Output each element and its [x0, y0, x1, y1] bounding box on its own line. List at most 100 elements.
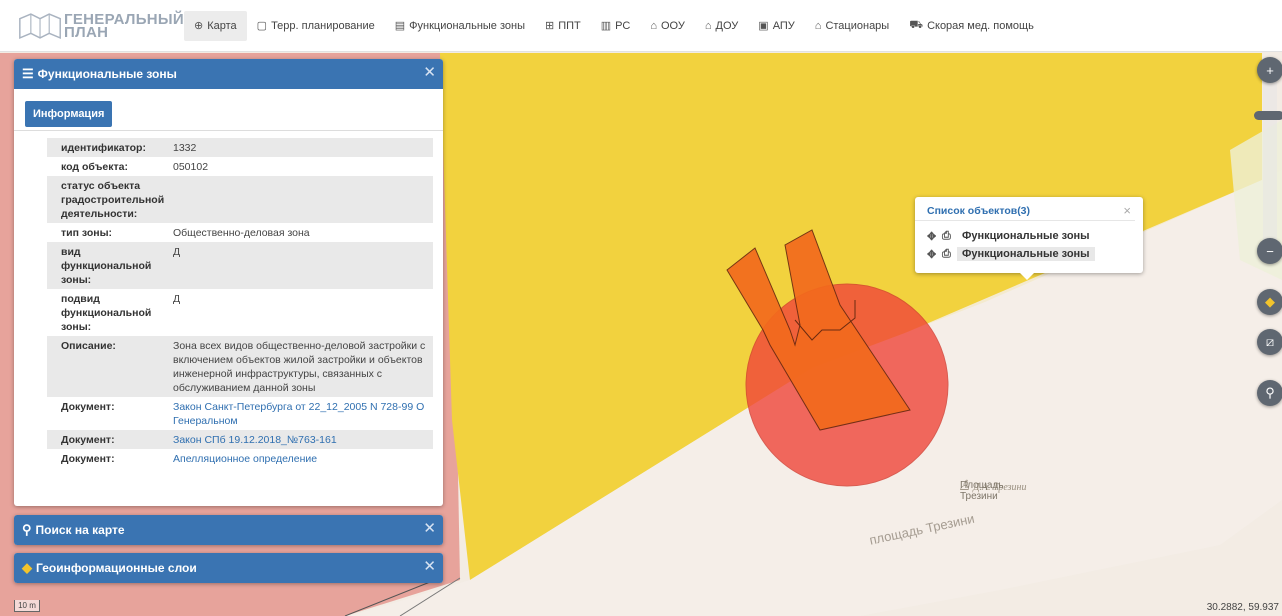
square-label: Площадь Трезини	[960, 480, 1030, 502]
info-tab-button[interactable]: Информация	[25, 101, 113, 127]
attr-key: тип зоны:	[61, 227, 113, 239]
layers-panel-header[interactable]: ◆ Геоинформационные слои ✕	[14, 553, 443, 583]
search-icon: ⚲	[22, 522, 32, 537]
attr-value: Общественно-деловая зона	[173, 227, 310, 239]
nav-dou-label: ДОУ	[715, 19, 739, 32]
popup-title: Список объектов(3)	[915, 197, 1135, 221]
attr-key: подвид функциональной зоны:	[61, 293, 152, 333]
layers-panel-title: Геоинформационные слои	[36, 561, 197, 575]
doc-icon: ▥	[600, 20, 612, 32]
logo[interactable]: ГЕНЕРАЛЬНЫЙ ПЛАН	[0, 0, 184, 52]
objects-popup: Список объектов(3) × ✥ ⎙ Функциональные …	[915, 197, 1143, 280]
nav-dou[interactable]: ⌂ ДОУ	[695, 11, 748, 41]
minus-icon: −	[1266, 243, 1274, 259]
table-row: идентификатор: 1332	[47, 138, 433, 157]
nav-ambulance[interactable]: ⛟ Скорая мед. помощь	[899, 11, 1044, 41]
document-link[interactable]: Закон СПб 19.12.2018_№763-161	[173, 434, 337, 446]
attr-value	[173, 176, 433, 223]
ruler-icon: ⧄	[1265, 334, 1275, 349]
popup-item-label[interactable]: Функциональные зоны	[957, 247, 1095, 261]
nav-oou-label: ООУ	[661, 19, 685, 32]
close-icon[interactable]: ×	[1123, 203, 1131, 218]
attr-value: 050102	[173, 161, 209, 173]
nav-apu[interactable]: ▣ АПУ	[748, 11, 805, 41]
map-scale: 10 m	[14, 600, 40, 612]
attr-key: Документ:	[61, 401, 115, 413]
functional-zones-panel: ☰ Функциональные зоны ✕ Информация идент…	[14, 59, 443, 506]
nav-ambulance-label: Скорая мед. помощь	[927, 19, 1034, 32]
layers-button[interactable]: ◆	[1257, 289, 1282, 315]
attr-key: вид функциональной зоны:	[61, 246, 152, 286]
attr-key: Описание:	[61, 340, 116, 352]
zoom-slider-handle[interactable]	[1254, 111, 1282, 120]
layers-icon: ◆	[22, 560, 32, 575]
logo-text: ГЕНЕРАЛЬНЫЙ ПЛАН	[64, 12, 184, 40]
main-nav: ⊕ Карта ▢ Терр. планирование ▤ Функциональн…	[184, 0, 1044, 52]
nav-rs-label: РС	[615, 19, 631, 32]
search-panel-header[interactable]: ⚲ Поиск на карте ✕	[14, 515, 443, 545]
close-icon[interactable]: ✕	[423, 559, 436, 575]
layers-icon: ◆	[1265, 294, 1275, 309]
logo-icon	[19, 12, 61, 39]
move-icon[interactable]: ✥	[927, 230, 937, 243]
attr-key: Документ:	[61, 453, 115, 465]
search-icon: ⚲	[1265, 385, 1275, 400]
document-link[interactable]: Закон Санкт-Петербурга от 22_12_2005 N 7…	[173, 401, 424, 427]
list-icon: ▤	[394, 20, 406, 32]
zoom-slider-track[interactable]	[1263, 67, 1277, 250]
popup-item-label[interactable]: Функциональные зоны	[957, 229, 1095, 243]
top-bar: ГЕНЕРАЛЬНЫЙ ПЛАН ⊕ Карта ▢ Терр. планирова…	[0, 0, 1282, 52]
functional-zones-panel-header[interactable]: ☰ Функциональные зоны ✕	[14, 59, 443, 89]
nav-oou[interactable]: ⌂ ООУ	[640, 11, 695, 41]
hospital-icon: ⌂	[814, 19, 822, 32]
measure-button[interactable]: ⧄	[1257, 329, 1282, 355]
cursor-coordinates: 30.2882, 59.937	[1206, 602, 1279, 613]
nav-ppt[interactable]: ⊞ ППТ	[535, 11, 591, 41]
layers-panel: ◆ Геоинформационные слои ✕	[14, 553, 443, 583]
table-row: Документ: Закон СПб 19.12.2018_№763-161	[47, 430, 433, 449]
table-row: тип зоны: Общественно-деловая зона	[47, 223, 433, 242]
table-row: Документ: Закон Санкт-Петербурга от 22_12…	[47, 397, 433, 430]
nav-rs[interactable]: ▥ РС	[591, 11, 641, 41]
grid-icon: ⊞	[545, 20, 555, 32]
attr-value: Зона всех видов общественно-деловой заст…	[173, 340, 426, 394]
attr-value: 1332	[173, 142, 197, 154]
plus-icon: +	[1266, 62, 1274, 78]
close-icon[interactable]: ✕	[423, 521, 436, 537]
close-icon[interactable]: ✕	[423, 65, 436, 81]
nav-ppt-label: ППТ	[558, 19, 581, 32]
nav-map-label: Карта	[207, 19, 237, 32]
attributes-table: идентификатор: 1332 код объекта: 050102 ст…	[47, 138, 433, 468]
map-search-button[interactable]: ⚲	[1257, 380, 1282, 406]
print-icon[interactable]: ⎙	[942, 248, 952, 261]
document-link[interactable]: Апелляционное определение	[173, 453, 317, 465]
menu-icon: ☰	[22, 66, 34, 81]
tab-divider	[14, 130, 443, 131]
zoom-out-button[interactable]: −	[1257, 238, 1282, 264]
table-row: код объекта: 050102	[47, 157, 433, 176]
attr-value: Д	[173, 293, 181, 305]
nav-map[interactable]: ⊕ Карта	[184, 10, 247, 41]
move-icon[interactable]: ✥	[927, 248, 937, 261]
print-icon[interactable]: ⎙	[942, 230, 952, 243]
table-row: Описание: Зона всех видов общественно-дел…	[47, 336, 433, 397]
nav-territorial-planning[interactable]: ▢ Терр. планирование	[247, 11, 385, 41]
table-row: Документ: Апелляционное определение	[47, 449, 433, 468]
globe-icon: ⊕	[194, 20, 204, 32]
search-panel: ⚲ Поиск на карте ✕	[14, 515, 443, 545]
attr-key: статус объекта градостроительной деятель…	[61, 180, 165, 220]
table-row: статус объекта градостроительной деятель…	[47, 176, 433, 223]
nav-hospitals-label: Стационары	[825, 19, 890, 32]
zoom-in-button[interactable]: +	[1257, 57, 1282, 83]
nav-apu-label: АПУ	[772, 19, 795, 32]
list-item[interactable]: ✥ ⎙ Функциональные зоны	[915, 245, 1143, 263]
clinic-icon: ▣	[758, 20, 769, 32]
functional-zones-panel-title: Функциональные зоны	[37, 67, 177, 81]
nav-functional-zones[interactable]: ▤ Функциональные зоны	[385, 11, 535, 41]
table-row: подвид функциональной зоны: Д	[47, 289, 433, 336]
attr-key: код объекта:	[61, 161, 128, 173]
list-item[interactable]: ✥ ⎙ Функциональные зоны	[915, 227, 1143, 245]
nav-functional-zones-label: Функциональные зоны	[409, 19, 525, 32]
school-icon: ⌂	[650, 19, 657, 32]
nav-hospitals[interactable]: ⌂ Стационары	[805, 11, 899, 41]
